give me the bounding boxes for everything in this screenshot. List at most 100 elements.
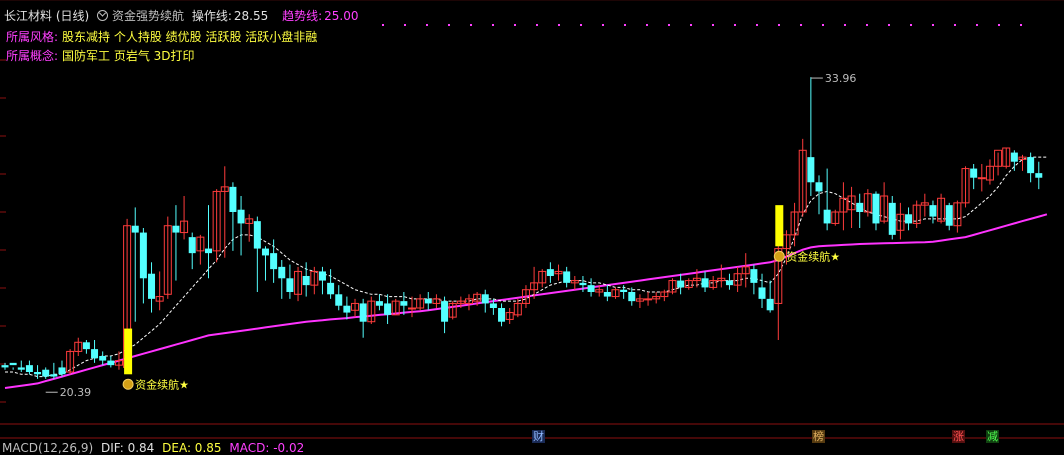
candle-body xyxy=(25,365,33,372)
candle-body xyxy=(546,269,554,276)
candle-body xyxy=(205,248,212,254)
limit-dot xyxy=(470,24,472,26)
candle-body xyxy=(644,298,653,301)
limit-dot xyxy=(1020,24,1022,26)
candle-body xyxy=(42,369,50,377)
limit-dot xyxy=(558,24,560,26)
candle-body xyxy=(872,193,880,224)
macd-bar: MACD(12,26,9) DIF: 0.84 DEA: 0.85 MACD: … xyxy=(2,441,308,455)
limit-dot xyxy=(888,24,890,26)
indicator-name[interactable]: 资金强势续航 xyxy=(112,9,184,23)
macd-value: MACD: -0.02 xyxy=(229,441,305,455)
candle-body xyxy=(481,294,489,304)
candle-body xyxy=(400,301,408,306)
candle-body xyxy=(375,301,383,306)
candle-body xyxy=(856,202,864,212)
candle-body xyxy=(261,248,269,256)
limit-dot xyxy=(910,24,912,26)
trend-line-label: 趋势线: xyxy=(282,9,323,23)
candle-body xyxy=(82,342,90,350)
limit-dot xyxy=(646,24,648,26)
limit-dot xyxy=(976,24,978,26)
candle-body xyxy=(318,271,326,281)
candle-body xyxy=(424,298,432,304)
candle-body xyxy=(1027,157,1035,174)
macd-label[interactable]: MACD(12,26,9) xyxy=(2,441,93,455)
candle-body xyxy=(725,280,733,286)
style-row: 所属风格: 股东减持 个人持股 绩优股 活跃股 活跃小盘非融 xyxy=(6,28,317,45)
candle-body xyxy=(107,360,115,366)
limit-dot xyxy=(602,24,604,26)
candle-body xyxy=(253,221,261,249)
limit-dot xyxy=(954,24,956,26)
holder-reduce-badge[interactable]: 减 xyxy=(986,430,999,443)
limit-dot xyxy=(800,24,802,26)
candle-body xyxy=(148,273,156,299)
candle-body xyxy=(677,280,685,288)
candle-body xyxy=(278,266,286,279)
limit-dot xyxy=(822,24,824,26)
candle-body xyxy=(9,362,17,366)
limit-dot xyxy=(624,24,626,26)
concept-value: 国防军工 页岩气 3D打印 xyxy=(62,49,195,63)
candle-body xyxy=(359,303,367,322)
trend-line-value: 25.00 xyxy=(324,9,359,23)
limit-dot xyxy=(778,24,780,26)
style-value: 股东减持 个人持股 绩优股 活跃股 活跃小盘非融 xyxy=(62,30,318,44)
candle-body xyxy=(50,374,58,377)
dif-value: DIF: 0.84 xyxy=(100,441,155,455)
candle-body xyxy=(237,209,245,224)
candle-body xyxy=(99,356,107,361)
candle-body xyxy=(58,367,66,375)
candle-body xyxy=(17,367,25,370)
candle-body xyxy=(766,298,774,311)
op-line-label: 操作线: xyxy=(191,9,232,23)
limit-dot xyxy=(756,24,758,26)
op-line-value: 28.55 xyxy=(233,9,269,23)
candle-body xyxy=(172,225,180,233)
candle-body xyxy=(1,365,9,368)
candle-body xyxy=(750,269,758,283)
candle-body xyxy=(929,205,937,217)
candle-body xyxy=(905,214,913,224)
candle-body xyxy=(970,168,978,178)
limit-dot xyxy=(404,24,406,26)
candle-body xyxy=(977,177,986,180)
limit-dot xyxy=(536,24,538,26)
money-bag-icon xyxy=(773,250,785,262)
candle-body xyxy=(139,232,147,279)
candle-body xyxy=(1035,173,1043,178)
candle-body xyxy=(563,271,571,283)
candle-body xyxy=(603,292,611,297)
chart-header: 长江材料 (日线) 资金强势续航 操作线: 28.55 趋势线: 25.00 xyxy=(4,7,363,23)
candle-body xyxy=(945,205,953,226)
limit-dot xyxy=(866,24,868,26)
limit-dot xyxy=(426,24,428,26)
candle-body xyxy=(587,285,595,292)
signal-label: 资金续航★ xyxy=(786,249,840,263)
candle-body xyxy=(327,282,335,295)
ranking-badge[interactable]: 榜 xyxy=(812,430,825,443)
candle-body xyxy=(823,209,831,224)
finance-badge[interactable]: 财 xyxy=(532,430,545,443)
money-bag-icon xyxy=(122,378,134,390)
style-label: 所属风格: xyxy=(6,30,59,44)
candle-body xyxy=(131,225,139,233)
limit-dot xyxy=(448,24,450,26)
candle-body xyxy=(620,289,628,292)
candle-body xyxy=(815,182,823,192)
limit-dot xyxy=(932,24,934,26)
candle-body xyxy=(441,301,449,322)
limit-dot xyxy=(998,24,1000,26)
limit-dot xyxy=(712,24,714,26)
candle-body xyxy=(758,287,766,299)
candle-body xyxy=(701,278,709,288)
limit-dot xyxy=(580,24,582,26)
candle-body xyxy=(91,349,99,359)
indicator-toggle-icon[interactable] xyxy=(97,10,109,21)
price-chart[interactable]: 资金续航★ 资金续航★ 33.96 20.39 xyxy=(0,0,1064,452)
limit-dot xyxy=(844,24,846,26)
stock-title[interactable]: 长江材料 (日线) xyxy=(4,9,89,23)
candle-body xyxy=(408,307,416,310)
rise-badge[interactable]: 涨 xyxy=(952,430,965,443)
